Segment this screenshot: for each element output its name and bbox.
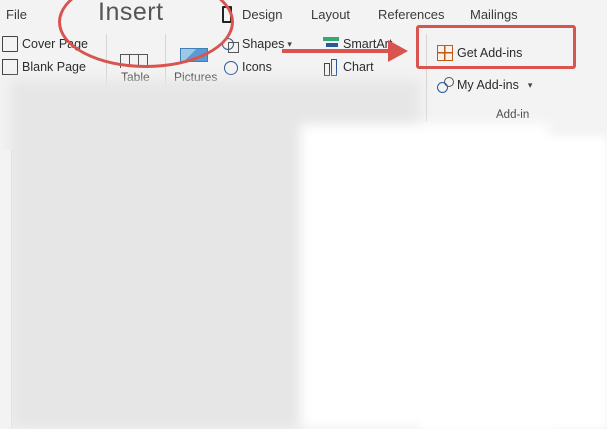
- my-addins-label: My Add-ins: [457, 78, 519, 92]
- blank-page-button[interactable]: Blank Page: [2, 59, 86, 75]
- annotation-arrow-head: [388, 40, 408, 62]
- blank-page-icon: [2, 59, 18, 75]
- blurred-document-page-right: [420, 136, 607, 429]
- word-window: File Insert Design Layout References Mai…: [0, 0, 607, 429]
- my-addins-icon: [437, 77, 454, 93]
- vertical-ruler: [0, 150, 12, 429]
- my-addins-button[interactable]: My Add-ins ▾: [437, 77, 532, 93]
- chart-label: Chart: [343, 60, 374, 74]
- chevron-down-icon: ▾: [287, 38, 292, 49]
- tab-design[interactable]: Design: [242, 7, 282, 22]
- addins-group-label: Add-in: [496, 109, 530, 121]
- chart-icon: [323, 59, 339, 76]
- tab-mailings[interactable]: Mailings: [470, 7, 518, 22]
- icons-icon: [222, 59, 238, 75]
- tab-references[interactable]: References: [378, 7, 444, 22]
- cover-page-icon: [2, 36, 18, 52]
- chart-button[interactable]: Chart: [323, 59, 374, 76]
- icons-label: Icons: [242, 60, 272, 74]
- blank-page-label: Blank Page: [22, 60, 86, 74]
- shapes-label: Shapes: [242, 37, 285, 51]
- chevron-down-icon: ▾: [527, 79, 533, 90]
- icons-button[interactable]: Icons: [222, 59, 272, 75]
- annotation-highlight-box: [416, 25, 576, 69]
- tab-file[interactable]: File: [6, 7, 27, 22]
- tab-layout[interactable]: Layout: [311, 7, 350, 22]
- annotation-arrow-line: [282, 49, 392, 53]
